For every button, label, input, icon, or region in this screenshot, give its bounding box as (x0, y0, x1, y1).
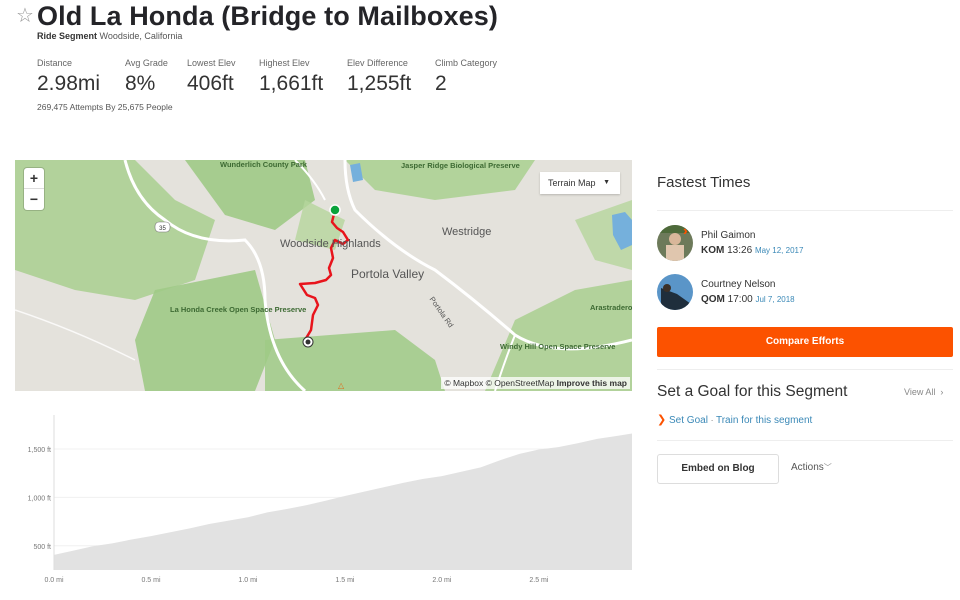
segment-map[interactable]: 35 △ Wunderlich County Park Jasper Ridge… (15, 160, 632, 391)
leader-qom[interactable]: Courtney Nelson QOM 17:00 Jul 7, 2018 (657, 274, 957, 314)
stat-climb-category: Climb Category 2 (435, 57, 497, 98)
train-link[interactable]: Train for this segment (716, 415, 812, 426)
improve-map-link[interactable]: Improve this map (557, 378, 627, 388)
leader-badge: KOM (701, 245, 725, 256)
stat-label: Avg Grade (125, 58, 168, 68)
map-terrain: 35 △ (15, 160, 632, 391)
stat-elev-difference: Elev Difference 1,255ft (347, 57, 411, 98)
map-label-windy-hill: Windy Hill Open Space Preserve (500, 342, 616, 351)
stat-distance: Distance 2.98mi (37, 57, 100, 98)
stat-value: 2.98mi (37, 72, 101, 95)
stat-avg-grade: Avg Grade 8% (125, 57, 168, 98)
stat-lowest-elev: Lowest Elev 406ft (187, 57, 236, 98)
x-tick-label: 2.5 mi (529, 577, 549, 584)
actions-dropdown[interactable]: Actions﹀ (791, 462, 832, 473)
zoom-control: + − (24, 168, 44, 210)
embed-on-blog-button[interactable]: Embed on Blog (657, 454, 779, 484)
map-label-westridge: Westridge (442, 226, 492, 238)
stat-value: 8% (125, 72, 156, 95)
leader-time-value: 13:26 (727, 245, 753, 256)
actions-label: Actions (791, 462, 824, 473)
elevation-chart[interactable]: 500 ft 1,000 ft 1,500 ft 0.0 mi 0.5 mi 1.0 m… (15, 400, 635, 595)
stat-value: 1,661ft (259, 72, 324, 95)
avatar[interactable] (657, 274, 693, 310)
osm-attribution[interactable]: © OpenStreetMap (486, 378, 555, 388)
avatar[interactable] (657, 225, 693, 261)
mapbox-attribution[interactable]: © Mapbox (444, 378, 483, 388)
zoom-out-button[interactable]: − (24, 189, 44, 210)
stat-value: 1,255ft (347, 72, 412, 95)
leader-badge: QOM (701, 294, 725, 305)
map-layer-label: Terrain Map (548, 178, 596, 188)
map-label-portola-valley: Portola Valley (351, 267, 425, 281)
leader-time: KOM 13:26 May 12, 2017 (701, 245, 803, 256)
y-tick-label: 1,000 ft (28, 495, 51, 502)
elevation-chart-svg: 500 ft 1,000 ft 1,500 ft 0.0 mi 0.5 mi 1.0 m… (28, 415, 632, 584)
stat-label: Lowest Elev (187, 58, 236, 68)
stat-label: Highest Elev (259, 58, 310, 68)
star-icon[interactable]: ☆ (16, 4, 34, 28)
segment-subtitle: Ride Segment Woodside, California (37, 31, 182, 41)
leader-kom[interactable]: ›› Phil Gaimon KOM 13:26 May 12, 2017 (657, 223, 957, 265)
compare-efforts-button[interactable]: Compare Efforts (657, 327, 953, 357)
start-marker (329, 204, 341, 216)
map-label-la-honda: La Honda Creek Open Space Preserve (170, 305, 307, 314)
divider (657, 210, 953, 211)
stat-label: Elev Difference (347, 58, 408, 68)
warning-marker: △ (338, 381, 345, 390)
segment-location: Woodside, California (99, 31, 183, 41)
stat-label: Distance (37, 58, 73, 68)
x-tick-label: 1.0 mi (238, 577, 258, 584)
leader-date[interactable]: May 12, 2017 (755, 246, 803, 255)
divider (657, 369, 953, 370)
caret-down-icon: ▼ (603, 179, 610, 186)
goal-title: Set a Goal for this Segment (657, 383, 848, 400)
stat-label: Climb Category (435, 58, 498, 68)
map-label-woodside-highlands: Woodside Highlands (280, 238, 381, 250)
goal-chevron-icon: ❯ (657, 414, 667, 426)
stat-highest-elev: Highest Elev 1,661ft (259, 57, 323, 98)
route-shield-35: 35 (159, 226, 166, 232)
chevron-down-icon: ﹀ (823, 463, 832, 472)
map-label-arastradero: Arastradero Preserve (590, 303, 632, 312)
elevation-area (54, 433, 632, 570)
zoom-in-button[interactable]: + (24, 168, 44, 189)
map-label-jasper: Jasper Ridge Biological Preserve (401, 161, 520, 170)
kom-crown-icon: ›› (683, 223, 686, 238)
y-tick-label: 500 ft (33, 544, 51, 551)
leader-date[interactable]: Jul 7, 2018 (755, 295, 794, 304)
x-tick-label: 2.0 mi (432, 577, 452, 584)
map-attribution: © Mapbox © OpenStreetMap Improve this ma… (441, 377, 630, 389)
stat-value: 406ft (187, 72, 234, 95)
chevron-right-icon: › (937, 387, 944, 397)
leader-name[interactable]: Phil Gaimon (701, 230, 755, 241)
leader-time-value: 17:00 (727, 294, 753, 305)
page-title: Old La Honda (Bridge to Mailboxes) (37, 1, 498, 31)
view-all-link[interactable]: View All › (904, 387, 943, 397)
fastest-times-title: Fastest Times (657, 174, 751, 191)
set-goal-link[interactable]: Set Goal (669, 415, 708, 426)
map-layer-select[interactable]: Terrain Map ▼ (540, 172, 620, 194)
map-label-wunderlich: Wunderlich County Park (220, 160, 307, 169)
separator: · (710, 416, 714, 425)
y-tick-label: 1,500 ft (28, 447, 51, 454)
x-tick-label: 1.5 mi (335, 577, 355, 584)
view-all-label: View All (904, 387, 936, 397)
leader-time: QOM 17:00 Jul 7, 2018 (701, 294, 795, 305)
goal-links: ❯ Set Goal · Train for this segment (657, 413, 812, 426)
x-tick-label: 0.0 mi (44, 577, 64, 584)
attempts-count: 269,475 Attempts By 25,675 People (37, 102, 173, 112)
stat-value: 2 (435, 72, 447, 95)
segment-type: Ride Segment (37, 31, 98, 41)
x-tick-label: 0.5 mi (141, 577, 161, 584)
divider (657, 440, 953, 441)
leader-name[interactable]: Courtney Nelson (701, 279, 775, 290)
